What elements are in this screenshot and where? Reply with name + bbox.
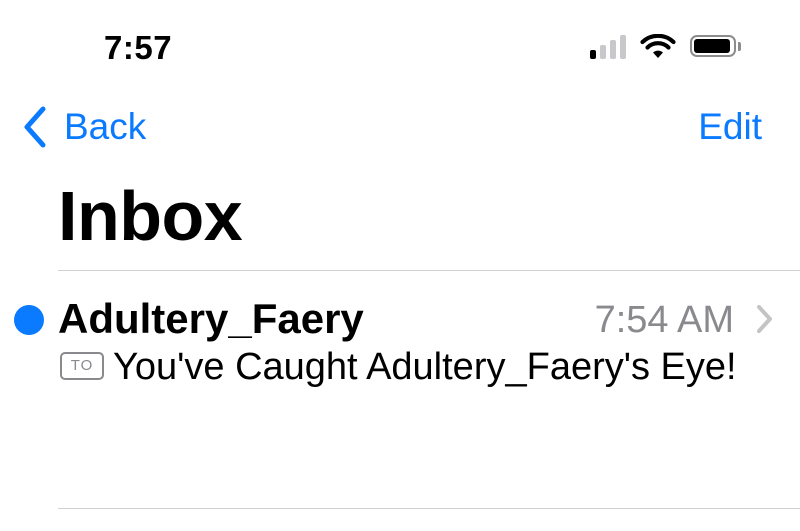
mail-inbox-screen: 7:57 Back Edit Inbox Adultery_Faery 7:54… (0, 0, 800, 531)
page-title: Inbox (58, 177, 243, 255)
message-row[interactable]: Adultery_Faery 7:54 AM TO You've Caught … (0, 272, 800, 508)
cellular-signal-icon (590, 35, 626, 59)
wifi-icon (640, 34, 676, 58)
battery-icon (690, 35, 742, 59)
back-button[interactable]: Back (22, 104, 146, 150)
message-sender: Adultery_Faery (58, 295, 364, 342)
chevron-right-icon (757, 305, 772, 333)
list-top-separator (58, 270, 800, 271)
message-subject: You've Caught Adultery_Faery's Eye! (113, 346, 737, 388)
edit-button[interactable]: Edit (698, 104, 762, 150)
status-bar-time: 7:57 (104, 29, 173, 66)
status-bar-icons (590, 30, 742, 64)
message-time: 7:54 AM (594, 299, 734, 341)
recipient-to-badge: TO (60, 352, 104, 380)
list-row-separator (58, 508, 800, 509)
chevron-left-icon (24, 106, 46, 148)
unread-indicator-icon (14, 305, 44, 335)
back-button-label: Back (64, 106, 147, 147)
